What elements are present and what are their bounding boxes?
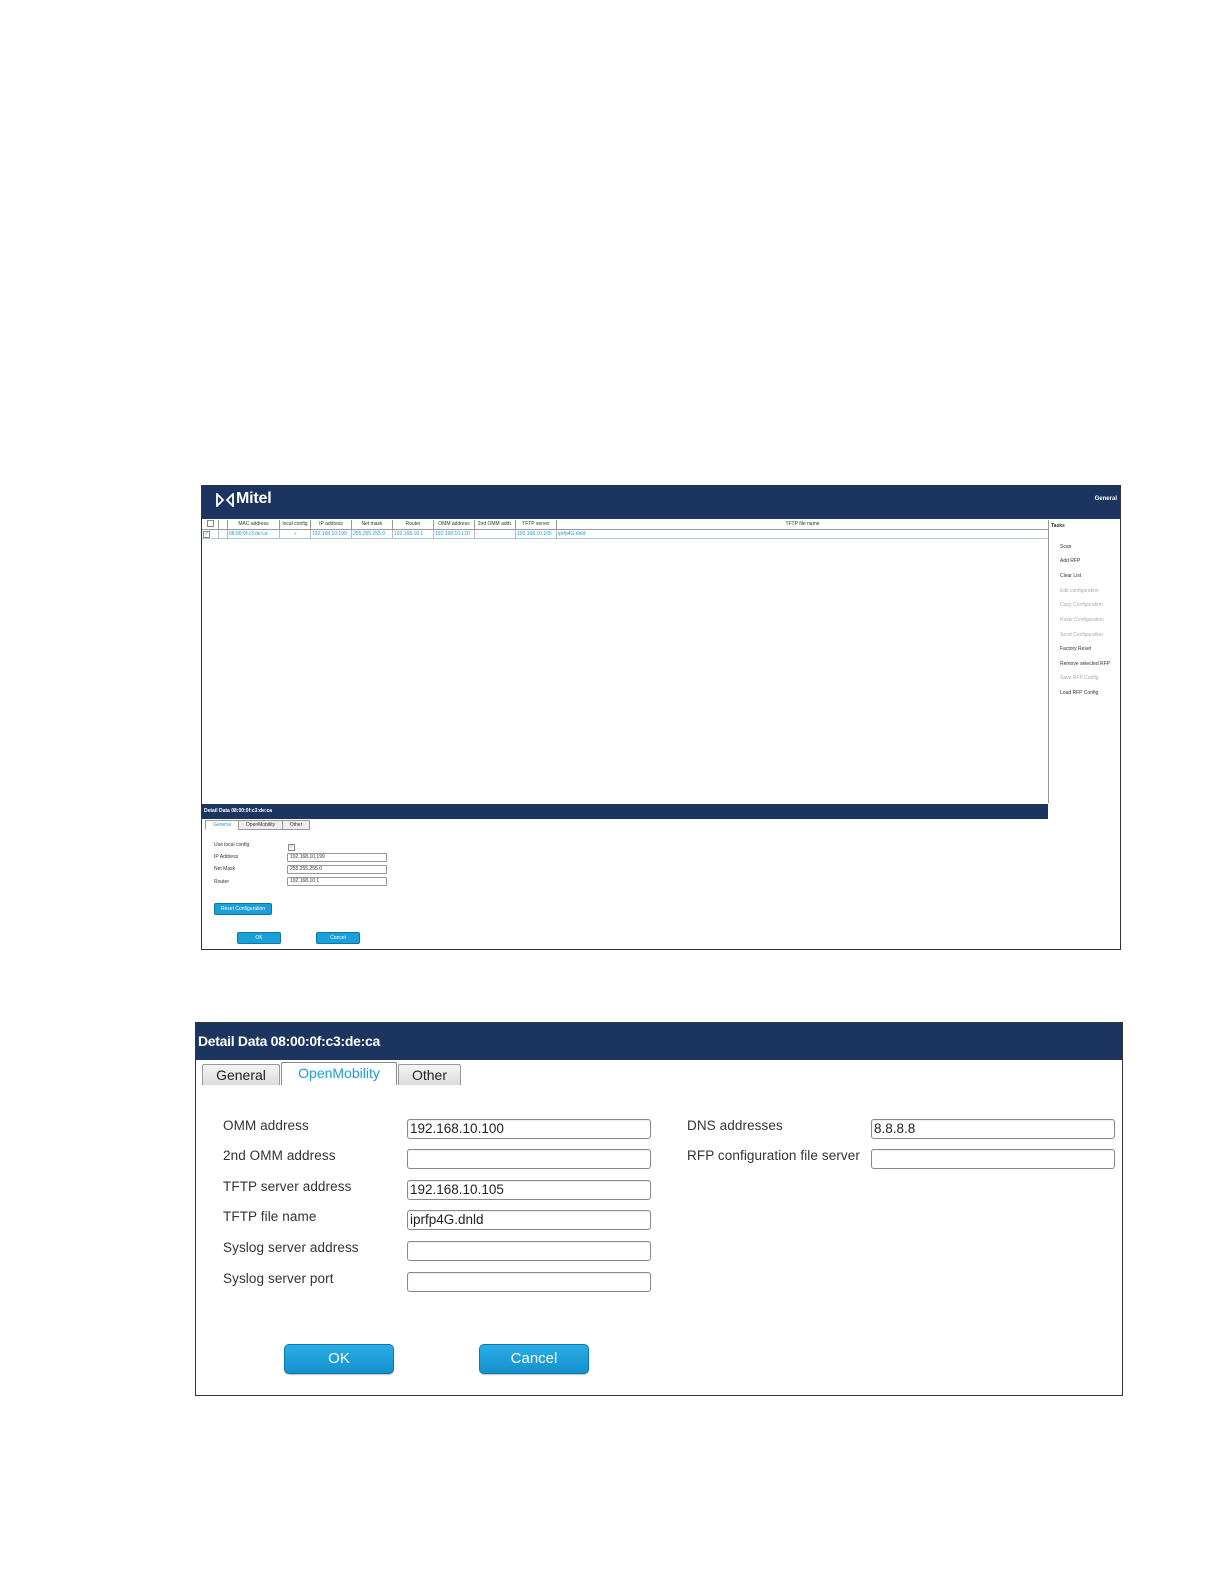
task-copy-configuration[interactable]: Copy Configuration (1060, 602, 1103, 608)
tab-general[interactable]: General (202, 1064, 280, 1085)
rfp-table: MAC address local config IP address Net … (202, 520, 1049, 803)
cancel-button[interactable]: Cancel (479, 1344, 589, 1374)
omm-address-input[interactable]: 192.168.10.100 (407, 1119, 651, 1139)
task-scan[interactable]: Scan (1060, 544, 1071, 550)
task-load-rfp-config[interactable]: Load RFP Config (1060, 690, 1098, 696)
task-clear-list[interactable]: Clear List (1060, 573, 1081, 579)
select-all-header[interactable] (202, 520, 219, 530)
ip-address-label: IP Address (214, 854, 239, 860)
mitel-logo-icon (216, 493, 234, 507)
rfp-config-file-server-input[interactable] (871, 1149, 1115, 1169)
tftp-server-address-label: TFTP server address (223, 1179, 352, 1194)
column-header-omm2[interactable]: 2nd OMM addr. (475, 520, 516, 530)
brand-name: Mitel (236, 490, 272, 507)
router-label: Router (214, 879, 230, 885)
table-cell-omm[interactable]: 192.168.10.120 (434, 530, 475, 538)
cancel-button[interactable]: Cancel (316, 932, 360, 944)
task-remove-selected-rfp[interactable]: Remove selected RFP (1060, 661, 1110, 667)
row-checkbox[interactable]: ✓ (202, 530, 219, 538)
rfp-config-file-server-label: RFP configuration file server (687, 1148, 860, 1163)
detail-data-screenshot: Detail Data 08:00:0f:c3:de:ca General Op… (195, 1022, 1123, 1396)
column-header-omm[interactable]: OMM address (434, 520, 475, 530)
task-paste-configuration[interactable]: Paste Configuration (1060, 617, 1104, 623)
ok-button[interactable]: OK (284, 1344, 394, 1374)
table-cell-ip[interactable]: 192.168.10.199 (311, 530, 352, 538)
detail-header: Detail Data 08:00:0f:c3:de:ca (196, 1023, 1122, 1060)
column-header-netmask[interactable]: Net mask (352, 520, 393, 530)
tab-general[interactable]: General (205, 820, 239, 830)
tftp-file-name-input[interactable]: iprfp4G.dnld (407, 1210, 651, 1230)
column-header-mac[interactable]: MAC address (228, 520, 280, 530)
row-separator (202, 538, 1048, 539)
syslog-server-address-input[interactable] (407, 1241, 651, 1261)
app-header: Mitel General (202, 486, 1120, 519)
ok-button[interactable]: OK (237, 932, 281, 944)
table-cell-router[interactable]: 192.168.10.1 (393, 530, 434, 538)
column-header-router[interactable]: Router (393, 520, 434, 530)
column-header-ip[interactable]: IP address (311, 520, 352, 530)
task-factory-reset[interactable]: Factory Reset (1060, 646, 1091, 652)
row-spacer (219, 530, 228, 538)
table-cell-tftp-file[interactable]: iprfp4G.dnld (557, 530, 657, 538)
task-edit-configuration[interactable]: Edit configuration (1060, 588, 1099, 594)
detail-header: Detail Data 08:00:0f:c3:de:ca (202, 804, 1048, 819)
dns-addresses-input[interactable]: 8.8.8.8 (871, 1119, 1115, 1139)
rfp-manager-screenshot: Mitel General MAC address local config I… (201, 485, 1121, 950)
table-cell-local-config[interactable]: ✓ (280, 530, 311, 538)
syslog-server-port-input[interactable] (407, 1272, 651, 1292)
net-mask-input[interactable]: 255.255.255.0 (287, 865, 387, 874)
second-omm-address-label: 2nd OMM address (223, 1148, 336, 1163)
tab-openmobility[interactable]: OpenMobility (281, 1062, 397, 1085)
router-input[interactable]: 192.168.10.1 (287, 877, 387, 886)
tab-openmobility[interactable]: OpenMobility (238, 820, 283, 830)
ip-address-input[interactable]: 192.168.10.199 (287, 853, 387, 862)
table-cell-omm2[interactable]: - (475, 530, 516, 538)
table-cell-mac[interactable]: 08:00:0f:c3:de:ca (228, 530, 280, 538)
tftp-server-address-input[interactable]: 192.168.10.105 (407, 1180, 651, 1200)
syslog-server-port-label: Syslog server port (223, 1271, 334, 1286)
table-cell-netmask[interactable]: 255.255.255.0 (352, 530, 393, 538)
use-local-config-label: Use local config (214, 842, 250, 848)
tab-other[interactable]: Other (282, 820, 310, 830)
use-local-config-checkbox[interactable]: ✓ (288, 844, 295, 851)
tasks-title: Tasks (1051, 523, 1065, 529)
detail-title: Detail Data 08:00:0f:c3:de:ca (204, 808, 273, 814)
column-header-tftp-server[interactable]: TFTP server (516, 520, 557, 530)
task-add-rfp[interactable]: Add RFP (1060, 558, 1080, 564)
tab-other[interactable]: Other (398, 1064, 461, 1085)
net-mask-label: Net Mask (214, 866, 236, 872)
column-header-tftp-file[interactable]: TFTP file name (557, 520, 1049, 530)
omm-address-label: OMM address (223, 1118, 309, 1133)
reset-configuration-button[interactable]: Reset Configuration (214, 903, 272, 915)
syslog-server-address-label: Syslog server address (223, 1240, 359, 1255)
tasks-panel: Tasks Scan Add RFP Clear List Edit confi… (1049, 520, 1120, 949)
task-save-rfp-config[interactable]: Save RFP Config (1060, 675, 1099, 681)
detail-title: Detail Data 08:00:0f:c3:de:ca (198, 1033, 380, 1049)
task-send-configuration[interactable]: Send Configuration (1060, 632, 1103, 638)
column-header-spacer (219, 520, 228, 530)
column-header-local-config[interactable]: local config (280, 520, 311, 530)
dns-addresses-label: DNS addresses (687, 1118, 783, 1133)
table-cell-tftp-server[interactable]: 192.168.10.105 (516, 530, 557, 538)
header-general-link[interactable]: General (1095, 496, 1117, 502)
second-omm-address-input[interactable] (407, 1149, 651, 1169)
tftp-file-name-label: TFTP file name (223, 1209, 317, 1224)
